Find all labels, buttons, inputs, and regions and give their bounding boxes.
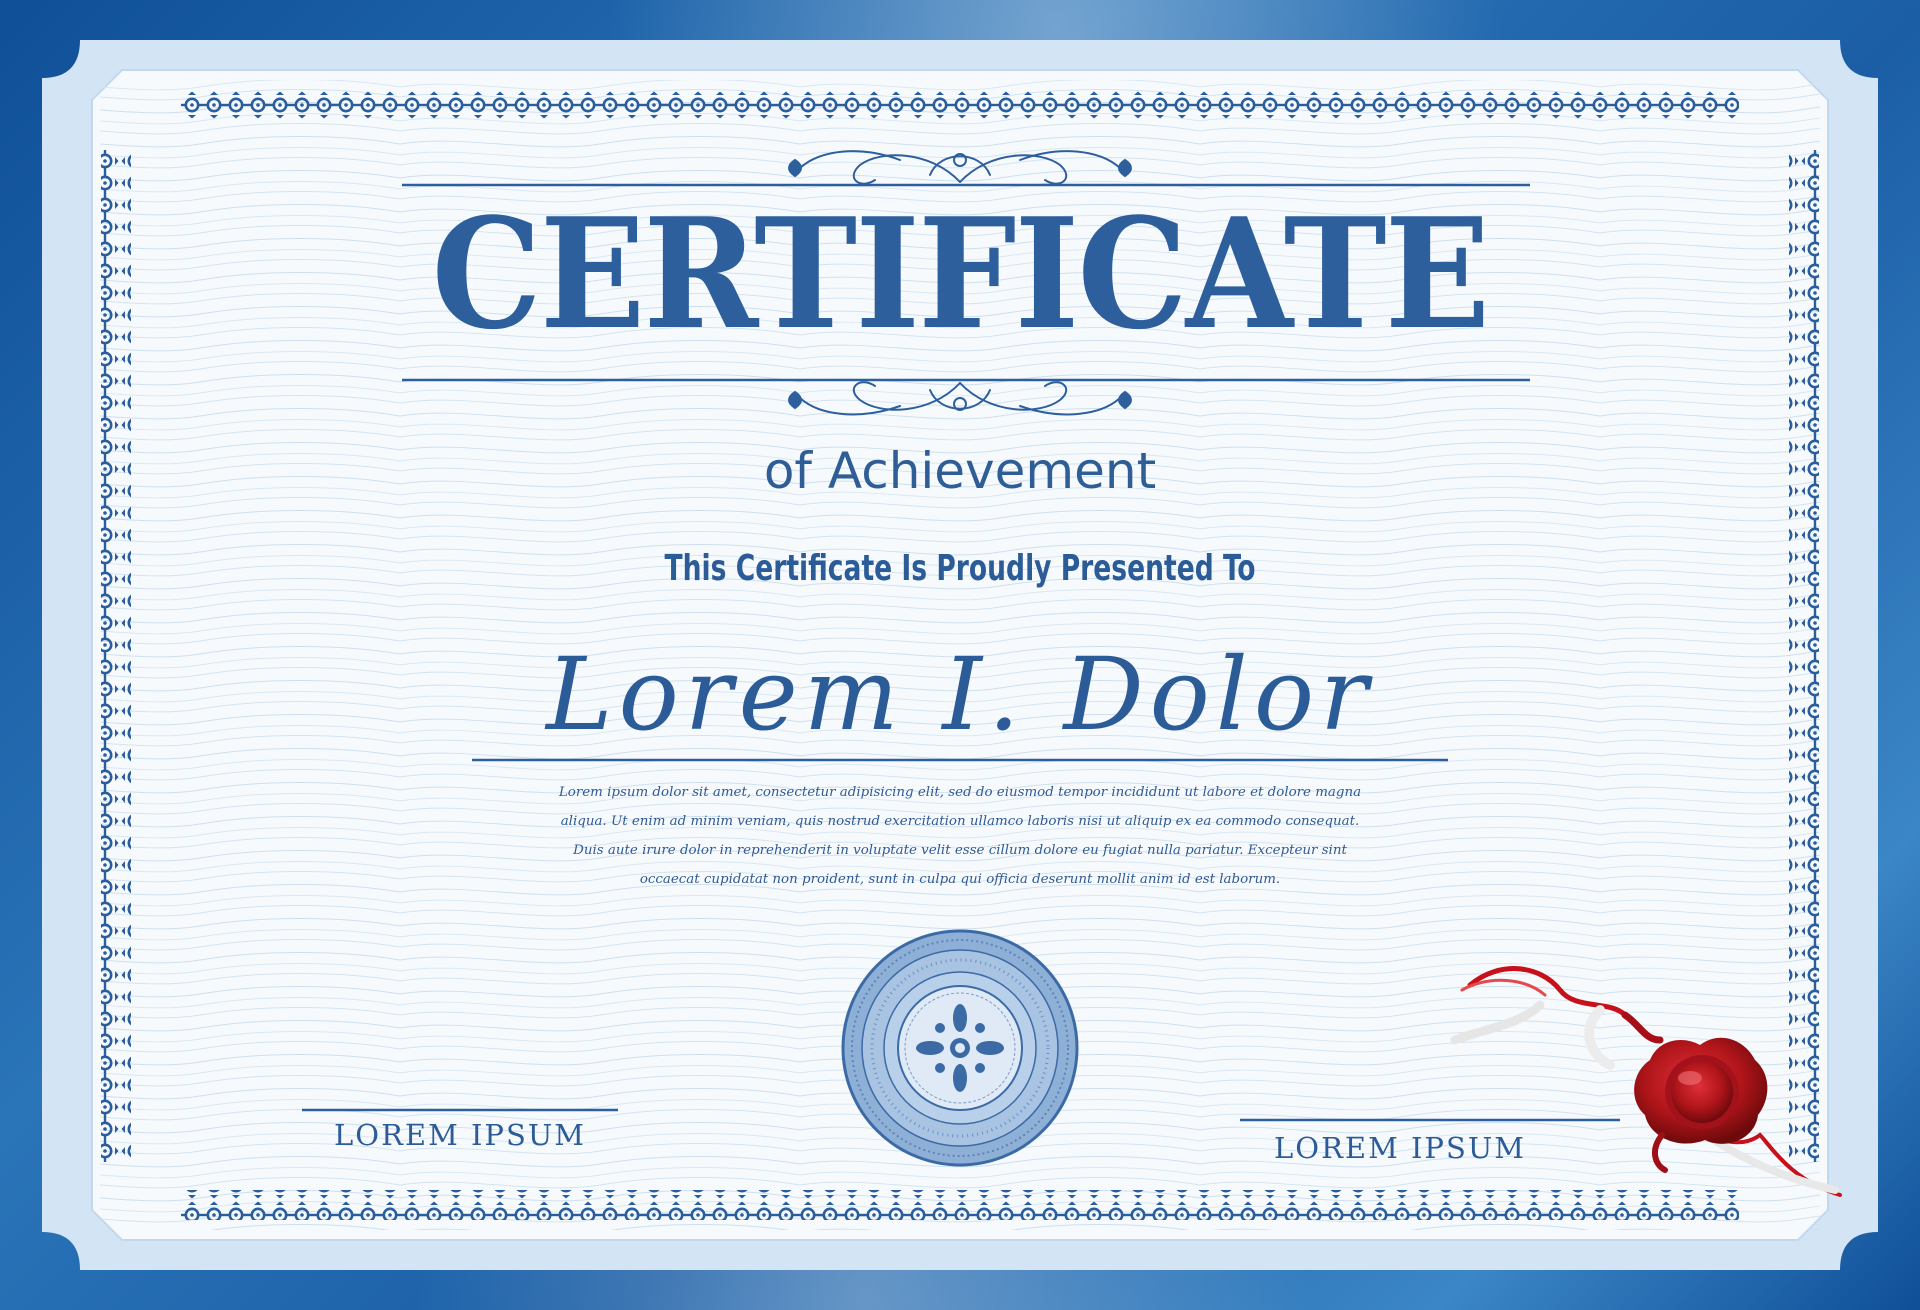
chain-border-top [181,90,1739,120]
body-line: Lorem ipsum dolor sit amet, consectetur … [558,785,1362,800]
rosette-seal-icon [841,929,1079,1167]
presented-to-line: This Certificate Is Proudly Presented To [664,548,1256,589]
recipient-name: Lorem I. Dolor [546,636,1374,753]
chain-border-bottom [181,1190,1739,1220]
body-line: aliqua. Ut enim ad minim veniam, quis no… [560,814,1360,829]
body-line: occaecat cupidatat non proident, sunt in… [639,872,1281,887]
certificate-body-text: Lorem ipsum dolor sit amet, consectetur … [510,778,1410,894]
chain-border-left [101,150,131,1162]
body-line: Duis aute irure dolor in reprehenderit i… [573,843,1347,858]
certificate-title: CERTIFICATE [431,184,1491,363]
chain-border-right [1789,150,1819,1162]
certificate-subtitle: of Achievement [763,442,1157,500]
signature-label-left: LOREM IPSUM [334,1118,586,1152]
signature-label-right: LOREM IPSUM [1274,1131,1526,1165]
